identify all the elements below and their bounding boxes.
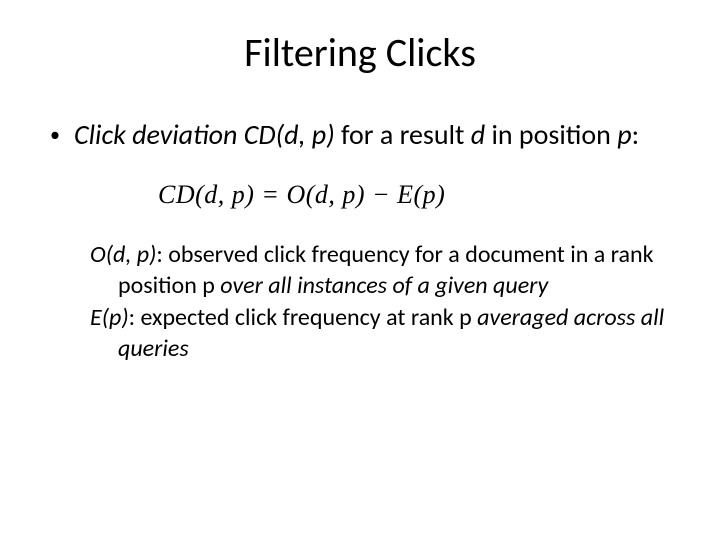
definition-e: E(p): expected click frequency at rank p… (90, 303, 670, 364)
definitions-block: O(d, p): observed click frequency for a … (90, 240, 670, 365)
bullet-dot: • (50, 123, 60, 148)
def-o-tail: over all instances of a given query (220, 271, 548, 300)
slide: Filtering Clicks • Click deviation CD(d,… (0, 0, 720, 540)
bullet-seg-italic-p: p (617, 117, 631, 152)
def-o-term: O(d, p) (90, 240, 156, 269)
equation: CD(d, p) = O(d, p) − E(p) (158, 180, 670, 210)
bullet-seg-4: in position (485, 117, 617, 152)
definition-o: O(d, p): observed click frequency for a … (90, 240, 670, 301)
bullet-text: Click deviation CD(d, p) for a result d … (74, 117, 670, 152)
bullet-seg-italic-d: d (471, 117, 485, 152)
bullet-item: • Click deviation CD(d, p) for a result … (50, 117, 670, 152)
equation-text: CD(d, p) = O(d, p) − E(p) (158, 180, 445, 209)
slide-title: Filtering Clicks (50, 28, 670, 77)
bullet-seg-2: for a result (335, 117, 471, 152)
bullet-seg-italic-1: Click deviation CD(d, p) (74, 117, 335, 152)
bullet-seg-6: : (632, 117, 640, 152)
def-e-mid: : expected click frequency at rank p (129, 303, 478, 332)
def-e-term: E(p) (90, 303, 129, 332)
